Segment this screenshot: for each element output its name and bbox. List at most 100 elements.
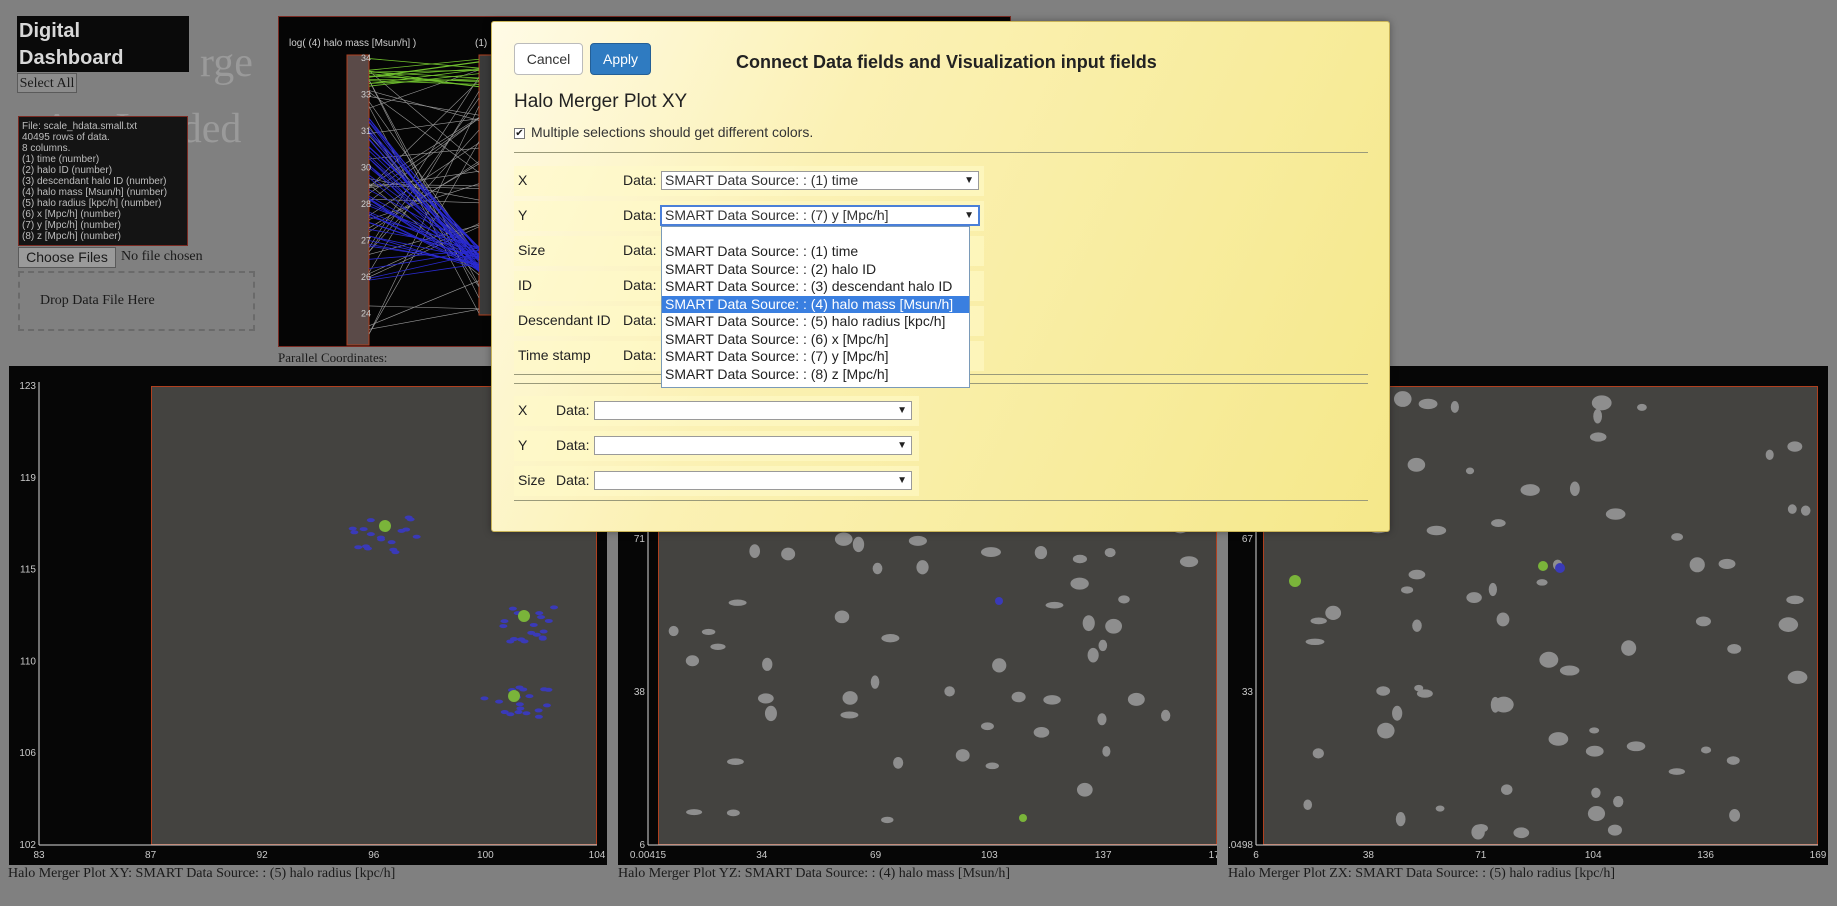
halo-blob: [495, 699, 504, 704]
halo-blob: [1607, 824, 1622, 836]
apply-button[interactable]: Apply: [590, 43, 651, 75]
x-data-select[interactable]: SMART Data Source: : (1) time ▼: [661, 171, 979, 190]
pc-tick-label: 26: [361, 272, 371, 282]
file-info-line: (7) y [Mpc/h] (number): [22, 220, 121, 231]
multi-color-checkbox[interactable]: ✔: [514, 128, 525, 139]
dropdown-option[interactable]: SMART Data Source: : (2) halo ID: [662, 261, 969, 279]
halo-marker: [1538, 561, 1548, 571]
halo-blob: [509, 637, 518, 642]
halo-blob: [834, 610, 850, 624]
y-tick-label: 123: [19, 381, 36, 392]
halo-blob: [1450, 401, 1459, 413]
halo-blob: [1435, 805, 1445, 812]
file-info-line: File: scale_hdata.small.txt: [22, 121, 138, 132]
x-tick-label: 83: [33, 850, 45, 861]
halo-blob: [499, 624, 508, 629]
halo-blob: [1087, 647, 1099, 663]
x-tick-label: 34: [756, 850, 768, 861]
pc-line: [368, 61, 480, 78]
y-data-select[interactable]: SMART Data Source: : (7) y [Mpc/h] ▼: [660, 205, 980, 226]
halo-blob: [508, 606, 517, 611]
halo-blob: [944, 686, 955, 697]
field-label-descendant-id: Descendant ID: [518, 312, 611, 328]
halo-blob: [701, 628, 716, 635]
pc-axis-label-2: (1): [475, 38, 487, 49]
halo-blob: [550, 605, 559, 610]
halo-blob: [980, 722, 994, 731]
dropdown-option[interactable]: SMART Data Source: : (6) x [Mpc/h]: [662, 331, 969, 349]
pc-tick-label: 31: [361, 126, 371, 136]
pc-axis-label: log( (4) halo mass [Msun/h] ): [289, 38, 416, 49]
halo-blob: [1376, 686, 1391, 696]
halo-blob: [1488, 582, 1497, 597]
cancel-button[interactable]: Cancel: [514, 43, 583, 75]
halo-blob: [1395, 812, 1406, 827]
halo-blob: [1412, 619, 1422, 632]
parallel-coordinates-caption: Parallel Coordinates:: [278, 350, 388, 365]
x-tick-label: 38: [1363, 850, 1375, 861]
halo-blob: [1605, 508, 1626, 520]
halo-blob: [1045, 601, 1064, 609]
dropdown-option[interactable]: SMART Data Source: : (8) z [Mpc/h]: [662, 366, 969, 384]
file-info-line: 8 columns.: [22, 143, 71, 154]
y-tick-label: 38: [634, 687, 646, 698]
halo-blob: [985, 762, 999, 770]
halo-blob: [1668, 768, 1685, 775]
halo-blob: [1082, 615, 1095, 632]
select-all-button[interactable]: Select All: [17, 73, 77, 93]
halo-blob: [366, 518, 375, 523]
halo-blob: [1585, 745, 1604, 757]
halo-blob: [1105, 618, 1123, 634]
y-data-dropdown-list[interactable]: SMART Data Source: : (1) time SMART Data…: [661, 226, 970, 388]
dropdown-option[interactable]: SMART Data Source: : (5) halo radius [kp…: [662, 313, 969, 331]
halo-blob: [516, 706, 525, 711]
halo-blob: [1118, 595, 1130, 604]
y2-data-select[interactable]: ▼: [594, 436, 912, 455]
field-label-id: ID: [518, 277, 532, 293]
halo-blob: [852, 536, 865, 553]
data-label: Data:: [556, 437, 590, 453]
data-label: Data:: [623, 347, 657, 363]
halo-blob: [1393, 391, 1412, 407]
halo-blob: [1104, 547, 1116, 558]
halo-blob: [749, 544, 761, 559]
dropdown-arrow-icon: ▼: [964, 210, 974, 221]
halo-blob: [872, 562, 883, 575]
halo-blob: [1520, 484, 1540, 496]
halo-blob: [406, 517, 415, 522]
halo-blob: [1011, 691, 1026, 703]
halo-blob: [1765, 449, 1774, 461]
halo-blob: [542, 703, 551, 708]
drop-data-zone[interactable]: Drop Data File Here: [18, 271, 255, 331]
dropdown-arrow-icon: ▼: [897, 475, 907, 486]
file-info-line: (4) halo mass [Msun/h] (number): [22, 187, 168, 198]
halo-blob: [354, 545, 363, 550]
halo-blob: [535, 611, 544, 616]
y-tick-label: 119: [20, 473, 36, 484]
size2-data-select[interactable]: ▼: [594, 471, 912, 490]
halo-blob: [1536, 579, 1548, 586]
halo-marker: [1555, 563, 1565, 573]
halo-blob: [397, 528, 406, 533]
halo-blob: [1787, 670, 1808, 684]
halo-blob: [668, 625, 679, 637]
file-info-line: 40495 rows of data.: [22, 132, 110, 143]
halo-blob: [1589, 727, 1600, 734]
choose-files-button[interactable]: Choose Files: [18, 247, 116, 268]
pc-tick-label: 30: [361, 163, 371, 173]
x-tick-label: 6: [1253, 850, 1259, 861]
dropdown-option-highlighted[interactable]: SMART Data Source: : (4) halo mass [Msun…: [662, 295, 969, 313]
dropdown-option[interactable]: SMART Data Source: : (3) descendant halo…: [662, 278, 969, 296]
y-data-select-value: SMART Data Source: : (7) y [Mpc/h]: [665, 207, 889, 223]
dropdown-option[interactable]: SMART Data Source: : (1) time: [662, 243, 969, 261]
halo-blob: [538, 636, 547, 641]
halo-blob: [1305, 638, 1325, 646]
dropdown-option[interactable]: SMART Data Source: : (7) y [Mpc/h]: [662, 348, 969, 366]
x2-data-select[interactable]: ▼: [594, 401, 912, 420]
pc-line: [368, 80, 480, 188]
field2-row-size: Size Data: ▼: [514, 466, 919, 496]
pc-tick-label: 27: [361, 236, 371, 246]
pc-tick-label: 24: [361, 309, 371, 319]
pc-line: [368, 118, 480, 134]
halo-blob: [686, 809, 703, 816]
